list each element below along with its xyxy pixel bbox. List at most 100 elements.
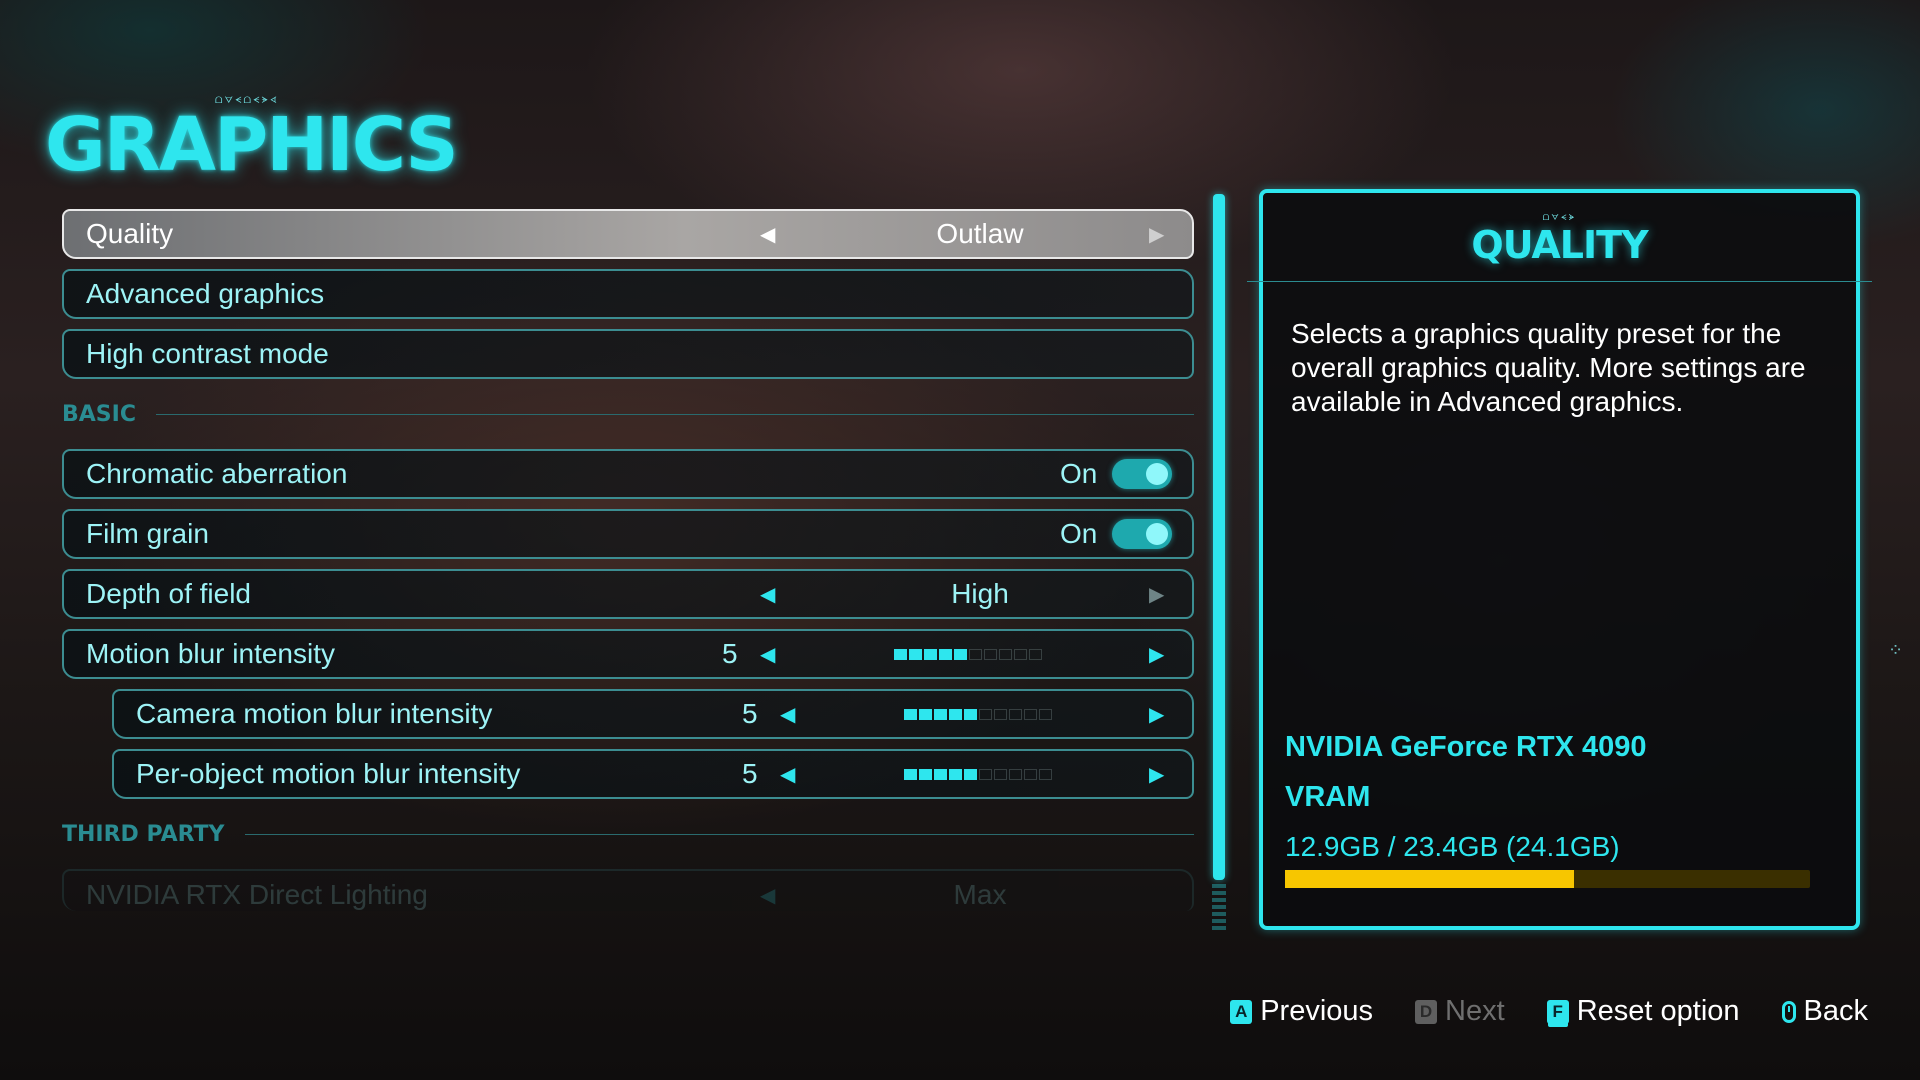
intensity-bar[interactable] xyxy=(904,768,1052,780)
vram-label: VRAM xyxy=(1285,781,1371,813)
section-divider xyxy=(155,413,1194,415)
toggle-knob xyxy=(1146,523,1168,545)
key-a-icon: A xyxy=(1230,999,1253,1024)
back-button[interactable]: Back xyxy=(1781,995,1868,1028)
setting-film-grain[interactable]: Film grain On xyxy=(62,509,1194,559)
bar-segment-empty xyxy=(999,648,1012,660)
bar-segment-filled xyxy=(909,648,922,660)
setting-label: High contrast mode xyxy=(86,338,329,369)
chromatic-aberration-toggle[interactable] xyxy=(1112,459,1172,489)
dots-icon: ⁘ xyxy=(1888,640,1904,660)
intensity-bar[interactable] xyxy=(894,648,1042,660)
panel-divider xyxy=(1247,281,1872,282)
description-panel: ᗝᗊᗕᗘ QUALITY Selects a graphics quality … xyxy=(1247,189,1872,930)
setting-quality[interactable]: Quality ◀ Outlaw ▶ xyxy=(62,209,1194,259)
bar-segment-filled xyxy=(964,708,977,720)
vram-value: 12.9GB / 23.4GB (24.1GB) xyxy=(1285,831,1620,862)
gpu-name: NVIDIA GeForce RTX 4090 xyxy=(1285,731,1647,763)
left-arrow-icon[interactable]: ◀ xyxy=(760,642,775,667)
setting-value: Max xyxy=(953,879,1007,910)
bar-segment-filled xyxy=(894,648,907,660)
footer-controls: A Previous D Next F Reset option Back xyxy=(1230,995,1868,1028)
setting-value: Outlaw xyxy=(936,218,1024,249)
previous-label: Previous xyxy=(1260,995,1374,1027)
bar-segment-empty xyxy=(979,768,992,780)
bar-segment-empty xyxy=(984,648,997,660)
setting-value: High xyxy=(951,578,1009,609)
setting-label: Advanced graphics xyxy=(86,278,325,309)
left-arrow-icon[interactable]: ◀ xyxy=(760,883,775,908)
section-divider xyxy=(244,833,1194,835)
bar-segment-empty xyxy=(979,708,992,720)
scrollbar[interactable] xyxy=(1213,194,1225,880)
bar-segment-filled xyxy=(954,648,967,660)
setting-rtx-direct-lighting[interactable]: NVIDIA RTX Direct Lighting ◀ Max xyxy=(62,869,1194,911)
bar-segment-filled xyxy=(934,768,947,780)
bar-segment-filled xyxy=(919,768,932,780)
previous-button[interactable]: A Previous xyxy=(1230,995,1373,1028)
setting-label: Depth of field xyxy=(86,578,251,609)
panel-title: QUALITY xyxy=(1471,223,1648,267)
setting-label: Film grain xyxy=(86,518,209,549)
bar-segment-empty xyxy=(1009,768,1022,780)
section-basic: BASIC xyxy=(62,389,1194,439)
setting-depth-of-field[interactable]: Depth of field ◀ High ▶ xyxy=(62,569,1194,619)
bar-segment-empty xyxy=(1039,768,1052,780)
bar-segment-filled xyxy=(964,768,977,780)
bar-segment-empty xyxy=(994,708,1007,720)
bar-segment-empty xyxy=(1014,648,1027,660)
film-grain-toggle[interactable] xyxy=(1112,519,1172,549)
left-arrow-icon[interactable]: ◀ xyxy=(760,582,775,607)
vram-bar xyxy=(1285,870,1810,888)
setting-label: Quality xyxy=(86,218,174,249)
setting-camera-motion-blur[interactable]: Camera motion blur intensity 5 ◀ ▶ xyxy=(112,689,1194,739)
reset-label: Reset option xyxy=(1576,995,1740,1027)
page-title: GRAPHICS xyxy=(45,102,459,188)
right-arrow-icon[interactable]: ▶ xyxy=(1149,702,1164,727)
setting-high-contrast-mode[interactable]: High contrast mode xyxy=(62,329,1194,379)
bar-segment-empty xyxy=(1009,708,1022,720)
key-f-icon: F xyxy=(1546,999,1569,1024)
right-arrow-icon[interactable]: ▶ xyxy=(1149,582,1164,607)
setting-label: Per-object motion blur intensity xyxy=(136,758,521,789)
left-arrow-icon[interactable]: ◀ xyxy=(780,762,795,787)
toggle-state: On xyxy=(1060,458,1098,489)
setting-label: Camera motion blur intensity xyxy=(136,698,493,729)
bar-segment-filled xyxy=(919,708,932,720)
bar-segment-empty xyxy=(1024,708,1037,720)
setting-label: Chromatic aberration xyxy=(86,458,348,489)
setting-per-object-motion-blur[interactable]: Per-object motion blur intensity 5 ◀ ▶ xyxy=(112,749,1194,799)
reset-option-button[interactable]: F Reset option xyxy=(1546,995,1740,1028)
setting-chromatic-aberration[interactable]: Chromatic aberration On xyxy=(62,449,1194,499)
panel-description: Selects a graphics quality preset for th… xyxy=(1291,318,1806,417)
bar-segment-filled xyxy=(949,708,962,720)
toggle-knob xyxy=(1146,463,1168,485)
intensity-bar[interactable] xyxy=(904,708,1052,720)
right-arrow-icon[interactable]: ▶ xyxy=(1149,222,1164,247)
bar-segment-empty xyxy=(1039,708,1052,720)
bar-segment-filled xyxy=(949,768,962,780)
left-arrow-icon[interactable]: ◀ xyxy=(760,222,775,247)
bar-segment-empty xyxy=(994,768,1007,780)
right-arrow-icon[interactable]: ▶ xyxy=(1149,762,1164,787)
scrollbar-ornament xyxy=(1212,884,1226,930)
slider-value: 5 xyxy=(742,758,758,789)
setting-motion-blur-intensity[interactable]: Motion blur intensity 5 ◀ ▶ xyxy=(62,629,1194,679)
panel-glyph-ornament: ᗝᗊᗕᗘ xyxy=(1542,213,1577,222)
bar-segment-filled xyxy=(934,708,947,720)
section-third-party: THIRD PARTY xyxy=(62,809,1194,859)
bar-segment-filled xyxy=(924,648,937,660)
settings-list: Quality ◀ Outlaw ▶ Advanced graphics Hig… xyxy=(62,209,1194,921)
next-button[interactable]: D Next xyxy=(1415,995,1505,1028)
setting-label: NVIDIA RTX Direct Lighting xyxy=(86,879,428,910)
right-arrow-icon[interactable]: ▶ xyxy=(1149,642,1164,667)
bar-segment-filled xyxy=(904,768,917,780)
bar-segment-empty xyxy=(969,648,982,660)
setting-advanced-graphics[interactable]: Advanced graphics xyxy=(62,269,1194,319)
bar-segment-empty xyxy=(1029,648,1042,660)
left-arrow-icon[interactable]: ◀ xyxy=(780,702,795,727)
bar-segment-filled xyxy=(904,708,917,720)
toggle-state: On xyxy=(1060,518,1098,549)
slider-value: 5 xyxy=(742,698,758,729)
slider-value: 5 xyxy=(722,638,738,669)
